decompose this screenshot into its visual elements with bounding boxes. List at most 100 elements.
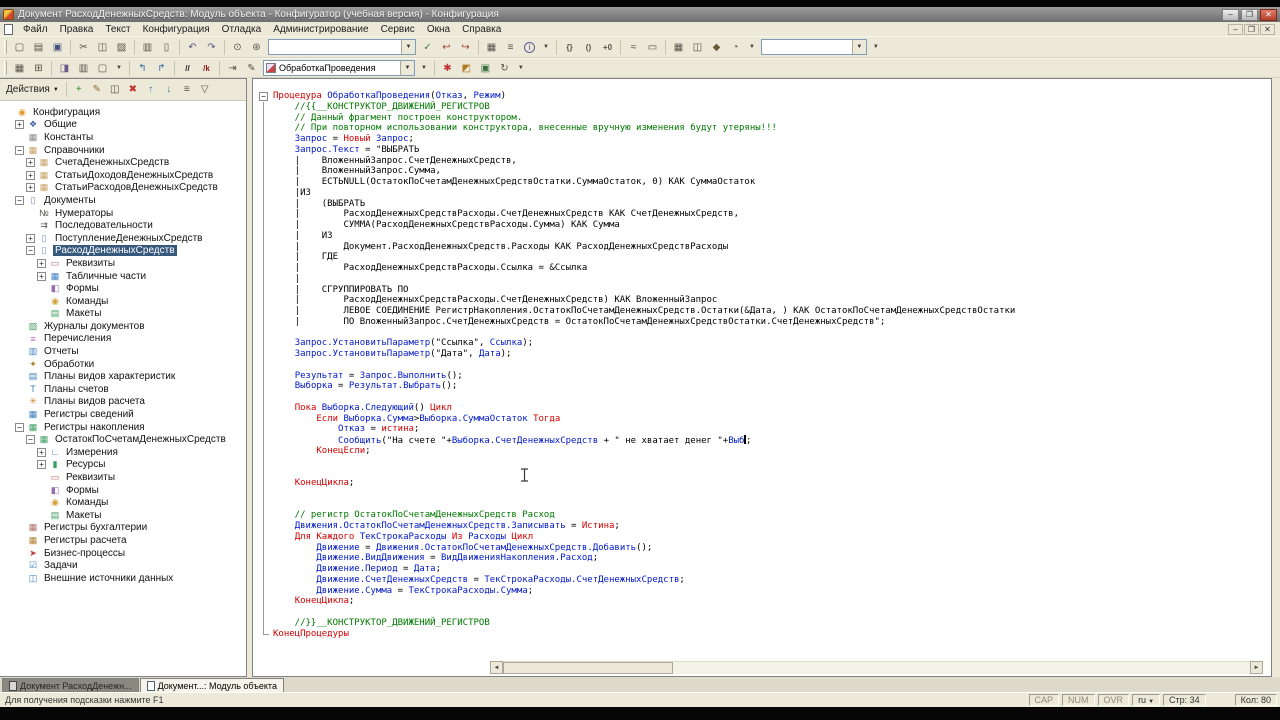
find-icon[interactable]: ⊙ [228, 38, 247, 56]
tab-document[interactable]: Документ РасходДенежн... [2, 678, 139, 692]
new-object-icon[interactable]: ▢ [93, 59, 112, 77]
tree-item[interactable]: ✦ Обработки [0, 358, 245, 371]
expand-icon[interactable]: + [37, 447, 46, 457]
save-all-icon[interactable]: ▦ [669, 38, 688, 56]
tree-item[interactable]: ▤ Планы видов характеристик [0, 370, 245, 383]
expand-icon[interactable]: + [26, 170, 35, 180]
fold-collapse-icon[interactable]: − [259, 92, 268, 101]
module-template-icon[interactable]: ◩ [457, 59, 476, 77]
menu-item[interactable]: Администрирование [267, 23, 374, 36]
replace-icon[interactable]: ⊛ [247, 38, 266, 56]
tree-item[interactable]: ◉ Команды [0, 496, 245, 509]
chevron-down-icon[interactable]: ▼ [401, 40, 415, 54]
structure-icon[interactable]: ≡ [501, 38, 520, 56]
menu-item[interactable]: Сервис [375, 23, 421, 36]
tree-item[interactable]: Т Планы счетов [0, 383, 245, 396]
tree-item[interactable]: ◫ Внешние источники данных [0, 572, 245, 585]
tree-item[interactable]: − ▦ Регистры накопления [0, 421, 245, 434]
collapse-icon[interactable]: − [15, 422, 24, 432]
expand-icon[interactable]: + [15, 120, 24, 130]
horizontal-scrollbar[interactable]: ◄ ► [490, 661, 1263, 674]
module-icon[interactable]: ▥ [74, 59, 93, 77]
module-editor[interactable]: − Процедура ОбработкаПроведения(Отказ, Р… [252, 78, 1272, 677]
delete-icon[interactable]: ✖ [124, 82, 142, 98]
tree-item[interactable]: − ▯ РасходДенежныхСредств [0, 245, 245, 258]
code-area[interactable]: Процедура ОбработкаПроведения(Отказ, Реж… [273, 91, 1267, 658]
print-icon[interactable]: ▥ [138, 38, 157, 56]
tree-item[interactable]: ◉ Команды [0, 295, 245, 308]
tree-item[interactable]: ⇉ Последовательности [0, 219, 245, 232]
expand-icon[interactable]: + [26, 158, 35, 168]
edit-icon[interactable]: ✎ [88, 82, 106, 98]
order-icon[interactable]: ≡ [178, 82, 196, 98]
mdi-minimize-button[interactable]: – [1228, 23, 1243, 35]
menu-item[interactable]: Конфигурация [137, 23, 216, 36]
new-icon[interactable]: ▢ [10, 38, 29, 56]
collapse-icon[interactable]: − [15, 145, 24, 155]
tree-item[interactable]: ◧ Формы [0, 484, 245, 497]
event-handlers-icon[interactable]: ✱ [438, 59, 457, 77]
tree-item[interactable]: ▦ Регистры сведений [0, 408, 245, 421]
brackets-icon[interactable]: () [579, 38, 598, 56]
comment-icon[interactable]: // [178, 59, 197, 77]
expand-icon[interactable]: + [26, 233, 35, 243]
tree-item[interactable]: ▭ Реквизиты [0, 471, 245, 484]
toolbar-overflow-icon[interactable]: ▼ [745, 44, 759, 50]
procedures-icon[interactable]: {} [560, 38, 579, 56]
indent-icon[interactable]: ⇥ [223, 59, 242, 77]
tree-item[interactable]: ▦ Константы [0, 131, 245, 144]
clone-icon[interactable]: ◫ [106, 82, 124, 98]
help-icon[interactable]: i [520, 38, 539, 56]
syntax-check-icon[interactable]: ✓ [418, 38, 437, 56]
table-doc-icon[interactable]: ▦ [10, 59, 29, 77]
chevron-down-icon[interactable]: ▼ [399, 61, 414, 75]
toolbar-grip[interactable] [4, 61, 7, 75]
toolbar-overflow-icon[interactable]: ▼ [539, 44, 553, 50]
open-icon[interactable]: ▤ [29, 38, 48, 56]
uncomment-icon[interactable]: /k [197, 59, 216, 77]
clock-icon[interactable]: ◔ [726, 38, 745, 56]
scrollbar-thumb[interactable] [503, 662, 673, 674]
grid-icon[interactable]: ⊞ [29, 59, 48, 77]
toolbar-overflow-icon[interactable]: ▼ [869, 44, 883, 50]
tree-item[interactable]: ☑ Задачи [0, 559, 245, 572]
scroll-left-icon[interactable]: ◄ [490, 661, 503, 674]
tree-item[interactable]: − ▦ ОстатокПоСчетамДенежныхСредств [0, 433, 245, 446]
tree-item[interactable]: ▦ Регистры бухгалтерии [0, 522, 245, 535]
check-module-icon[interactable]: ▣ [476, 59, 495, 77]
nav-forward-icon[interactable]: ↪ [456, 38, 475, 56]
toolbar-overflow-icon[interactable]: ▼ [514, 65, 528, 71]
tree-item[interactable]: − ▦ Справочники [0, 144, 245, 157]
expand-icon[interactable]: + [26, 183, 35, 193]
menu-item[interactable]: Окна [421, 23, 456, 36]
tree-item[interactable]: + ▯ ПоступлениеДенежныхСредств [0, 232, 245, 245]
tree-item[interactable]: ◉ Конфигурация [0, 106, 245, 119]
move-up-icon[interactable]: ↑ [142, 82, 160, 98]
tree-item[interactable]: + ▭ Реквизиты [0, 257, 245, 270]
tree-item[interactable]: ▤ Макеты [0, 509, 245, 522]
expand-icon[interactable]: + [37, 258, 46, 268]
tree-item[interactable]: + ▦ СтатьиДоходовДенежныхСредств [0, 169, 245, 182]
mdi-restore-button[interactable]: ❐ [1244, 23, 1259, 35]
toolbar-grip[interactable] [4, 40, 7, 54]
find-combobox[interactable]: ▼ [268, 39, 416, 55]
cut-icon[interactable]: ✂ [74, 38, 93, 56]
tree-item[interactable]: − ▯ Документы [0, 194, 245, 207]
save-icon[interactable]: ▣ [48, 38, 67, 56]
go-forward-icon[interactable]: ↱ [152, 59, 171, 77]
toolbar-overflow-icon[interactable]: ▼ [417, 65, 431, 71]
copy-icon[interactable]: ◫ [93, 38, 112, 56]
bookmark-icon[interactable]: ◆ [707, 38, 726, 56]
minimize-button[interactable]: – [1222, 8, 1239, 21]
go-back-icon[interactable]: ↰ [133, 59, 152, 77]
menu-item[interactable]: Справка [456, 23, 507, 36]
filter-icon[interactable]: ▽ [196, 82, 214, 98]
menu-item[interactable]: Текст [99, 23, 136, 36]
collapse-icon[interactable]: − [15, 195, 24, 205]
add-icon[interactable]: + [70, 82, 88, 98]
maximize-button[interactable]: ❐ [1241, 8, 1258, 21]
menu-item[interactable]: Правка [54, 23, 100, 36]
tab-module-active[interactable]: Документ...: Модуль объекта [139, 678, 284, 692]
undo-icon[interactable]: ↶ [183, 38, 202, 56]
menu-item[interactable]: Файл [17, 23, 54, 36]
